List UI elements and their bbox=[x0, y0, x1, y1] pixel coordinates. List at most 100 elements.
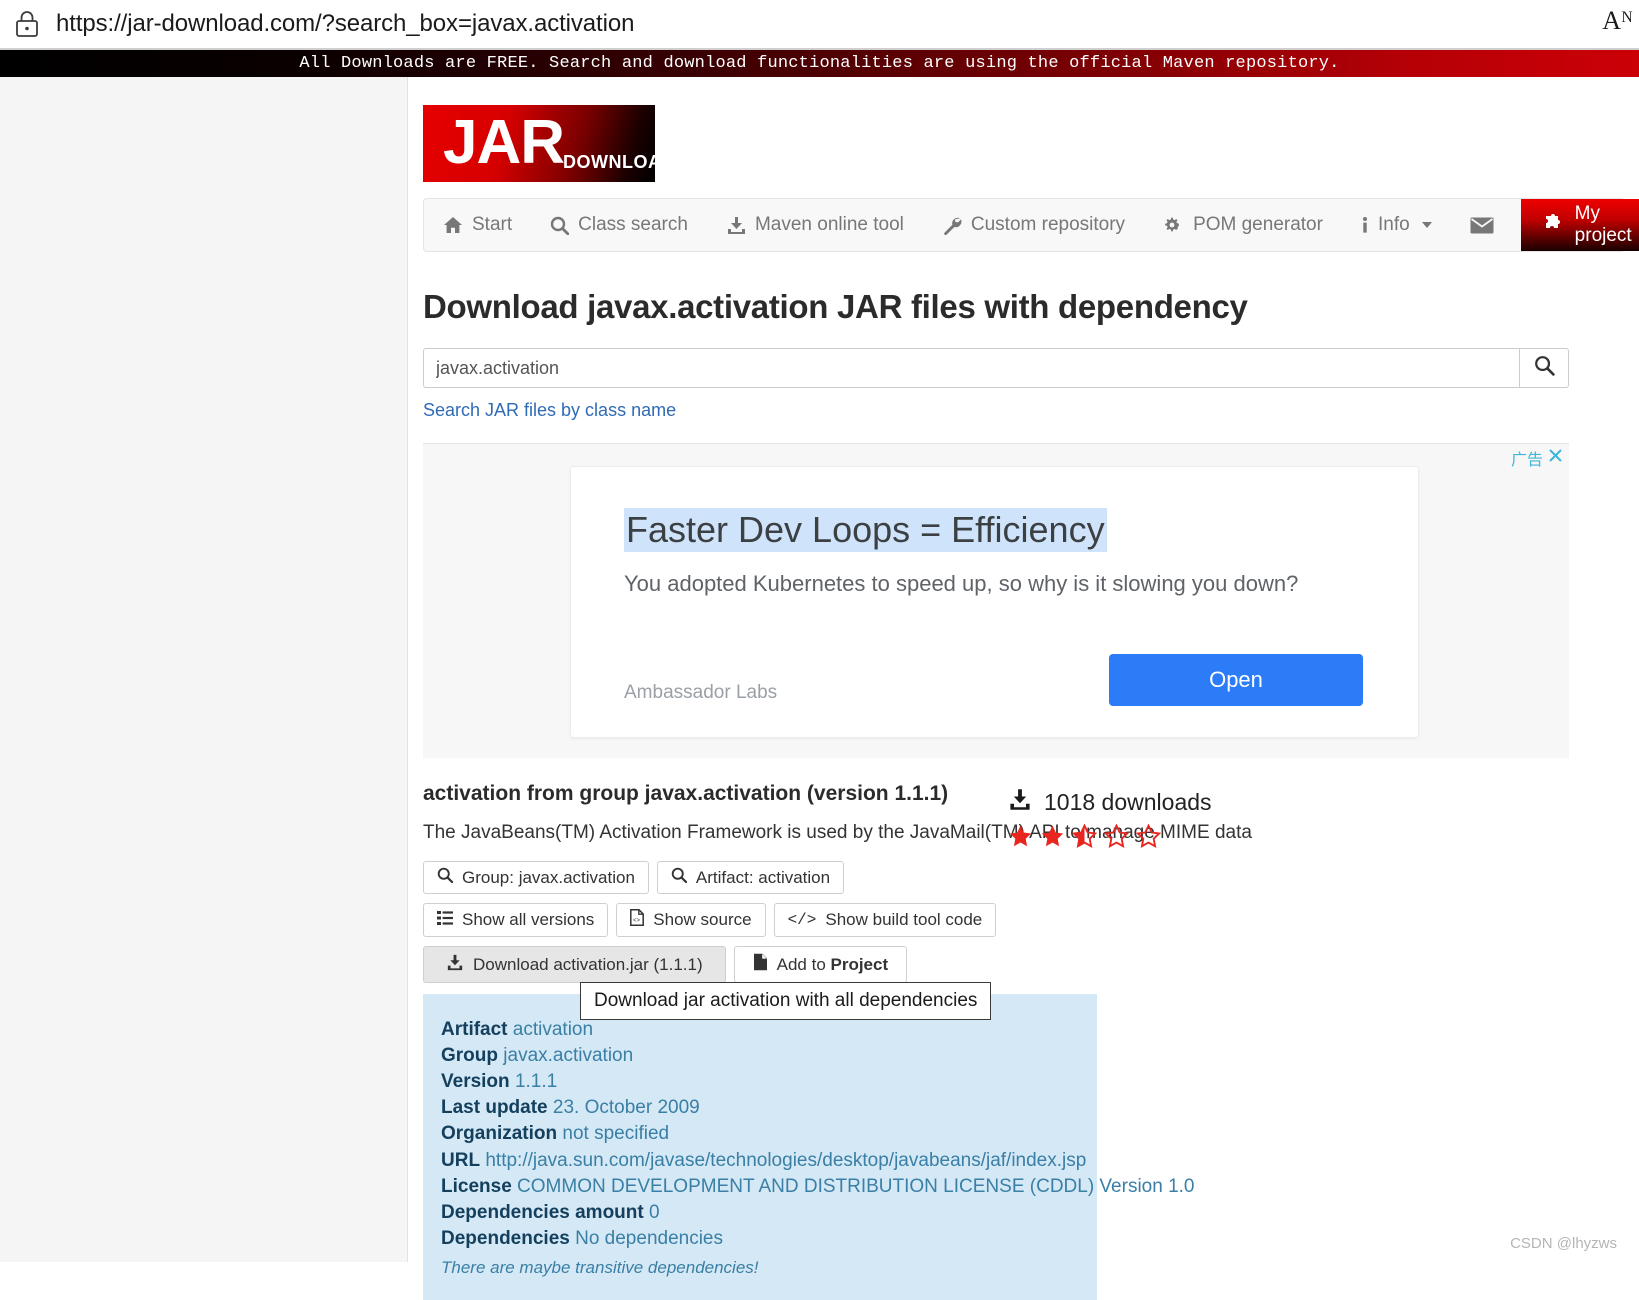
site-logo[interactable]: JAR DOWNLOAD bbox=[423, 105, 674, 182]
info-value: 1.1.1 bbox=[514, 1071, 558, 1093]
code-icon: </> bbox=[787, 911, 817, 930]
info-value: javax.activation bbox=[503, 1044, 634, 1066]
add-to-project-button[interactable]: Add to Project bbox=[733, 946, 908, 984]
url-text[interactable]: https://jar-download.com/?search_box=jav… bbox=[56, 10, 634, 38]
my-project-label: My project bbox=[1574, 203, 1632, 246]
logo-primary-text: JAR bbox=[443, 108, 565, 177]
info-value: COMMON DEVELOPMENT AND DISTRIBUTION LICE… bbox=[517, 1175, 1195, 1197]
show-build-tool-code-button[interactable]: </> Show build tool code bbox=[773, 903, 997, 938]
rating-stars[interactable] bbox=[1008, 824, 1308, 849]
info-row: License COMMON DEVELOPMENT AND DISTRIBUT… bbox=[441, 1173, 1195, 1199]
info-value-url[interactable]: http://java.sun.com/javase/technologies/… bbox=[485, 1150, 1086, 1171]
reader-mode-icon[interactable]: Aᴺ bbox=[1602, 6, 1633, 36]
show-source-button[interactable]: <> Show source bbox=[616, 903, 766, 938]
result-stats: 1018 downloads bbox=[1008, 788, 1308, 849]
info-row: Organization not specified bbox=[441, 1121, 1097, 1147]
star-icon-half[interactable] bbox=[1072, 824, 1097, 849]
nav-item-maven-online-tool[interactable]: Maven online tool bbox=[707, 199, 923, 251]
result-button-row-3: Download activation.jar (1.1.1) Add to P… bbox=[423, 946, 1625, 984]
downloads-count: 1018 downloads bbox=[1008, 788, 1308, 817]
file-code-icon: <> bbox=[630, 909, 645, 931]
info-key: Version bbox=[441, 1071, 510, 1093]
close-icon[interactable] bbox=[1548, 448, 1563, 468]
button-label: Show build tool code bbox=[825, 910, 983, 930]
nav-label: Start bbox=[472, 214, 513, 235]
show-all-versions-button[interactable]: Show all versions bbox=[423, 903, 609, 938]
artifact-info-panel: Artifact activation Group javax.activati… bbox=[423, 982, 1195, 1300]
ad-subtext: You adopted Kubernetes to speed up, so w… bbox=[624, 571, 1299, 597]
button-label: Download activation.jar (1.1.1) bbox=[473, 954, 703, 974]
info-row: Dependencies amount 0 bbox=[441, 1200, 1097, 1226]
nav-item-pom-generator[interactable]: POM generator bbox=[1144, 199, 1342, 251]
button-label: Group: javax.activation bbox=[462, 867, 635, 887]
main-navigation: Start Class search Maven online tool Cus… bbox=[423, 198, 1639, 252]
group-filter-button[interactable]: Group: javax.activation bbox=[423, 861, 649, 895]
puzzle-piece-icon bbox=[1543, 213, 1564, 238]
search-input[interactable] bbox=[423, 348, 1519, 389]
lock-icon bbox=[14, 9, 40, 39]
info-key: Dependencies amount bbox=[441, 1202, 644, 1224]
watermark: CSDN @lhyzws bbox=[1510, 1235, 1617, 1252]
button-label: Add to Project bbox=[776, 954, 889, 974]
nav-item-contact[interactable] bbox=[1451, 199, 1513, 251]
ad-card[interactable]: Faster Dev Loops = Efficiency You adopte… bbox=[570, 466, 1419, 739]
nav-item-info[interactable]: Info bbox=[1342, 199, 1451, 251]
transitive-dependencies-note: There are maybe transitive dependencies! bbox=[441, 1257, 759, 1277]
svg-text:<>: <> bbox=[633, 918, 641, 924]
download-tooltip: Download jar activation with all depende… bbox=[580, 982, 992, 1021]
info-row: Group javax.activation bbox=[441, 1042, 1097, 1068]
page-title: Download javax.activation JAR files with… bbox=[423, 288, 1248, 325]
logo-secondary-text: DOWNLOAD bbox=[563, 152, 675, 172]
free-downloads-banner: All Downloads are FREE. Search and downl… bbox=[0, 50, 1639, 77]
nav-label: Custom repository bbox=[970, 214, 1126, 235]
button-label: Show source bbox=[653, 910, 752, 930]
main-content: JAR DOWNLOAD Start Class search Maven on… bbox=[409, 77, 1639, 1300]
home-icon bbox=[443, 216, 463, 234]
nav-label: Class search bbox=[578, 214, 688, 235]
star-icon-filled[interactable] bbox=[1040, 824, 1065, 849]
result-button-row-1: Group: javax.activation Artifact: activa… bbox=[423, 861, 1625, 895]
info-value: No dependencies bbox=[575, 1228, 723, 1250]
info-key: License bbox=[441, 1175, 512, 1197]
star-icon-empty[interactable] bbox=[1104, 824, 1129, 849]
ad-advertiser: Ambassador Labs bbox=[624, 682, 778, 704]
envelope-icon bbox=[1470, 217, 1494, 234]
list-icon bbox=[437, 910, 453, 930]
download-jar-button[interactable]: Download activation.jar (1.1.1) bbox=[423, 946, 726, 984]
left-gutter bbox=[0, 77, 408, 1262]
download-icon bbox=[1008, 788, 1032, 817]
search-icon bbox=[671, 867, 688, 888]
download-icon bbox=[446, 954, 464, 976]
search-bar bbox=[423, 348, 1569, 389]
ad-label[interactable]: 广告 bbox=[1511, 446, 1563, 470]
button-label: Artifact: activation bbox=[695, 867, 831, 887]
search-icon bbox=[1534, 355, 1555, 381]
search-submit-button[interactable] bbox=[1519, 348, 1569, 389]
nav-label: Maven online tool bbox=[754, 214, 904, 235]
chevron-down-icon bbox=[1421, 222, 1432, 228]
page-body: JAR DOWNLOAD Start Class search Maven on… bbox=[0, 77, 1639, 1300]
info-value: 0 bbox=[649, 1202, 660, 1224]
star-icon-empty[interactable] bbox=[1136, 824, 1161, 849]
info-row: Last update 23. October 2009 bbox=[441, 1095, 1097, 1121]
info-key: Organization bbox=[441, 1123, 558, 1145]
star-icon-filled[interactable] bbox=[1008, 824, 1033, 849]
ad-open-button[interactable]: Open bbox=[1109, 654, 1363, 707]
info-row: Dependencies No dependencies bbox=[441, 1226, 1097, 1252]
info-value: activation bbox=[512, 1018, 594, 1040]
artifact-filter-button[interactable]: Artifact: activation bbox=[656, 861, 845, 895]
button-label: Show all versions bbox=[462, 910, 595, 930]
nav-item-class-search[interactable]: Class search bbox=[531, 199, 707, 251]
nav-label: POM generator bbox=[1193, 214, 1323, 235]
gears-icon bbox=[1163, 216, 1184, 235]
nav-item-custom-repository[interactable]: Custom repository bbox=[923, 199, 1144, 251]
nav-item-start[interactable]: Start bbox=[424, 199, 531, 251]
info-row: URL http://java.sun.com/javase/technolog… bbox=[441, 1147, 1097, 1173]
nav-label: Info bbox=[1377, 214, 1410, 235]
info-key: Last update bbox=[441, 1097, 548, 1119]
download-icon bbox=[726, 216, 746, 235]
my-project-button[interactable]: My project bbox=[1520, 199, 1639, 251]
advertisement-container: 广告 Faster Dev Loops = Efficiency You ado… bbox=[423, 443, 1569, 759]
class-search-link[interactable]: Search JAR files by class name bbox=[423, 400, 676, 421]
info-value: not specified bbox=[562, 1123, 670, 1145]
